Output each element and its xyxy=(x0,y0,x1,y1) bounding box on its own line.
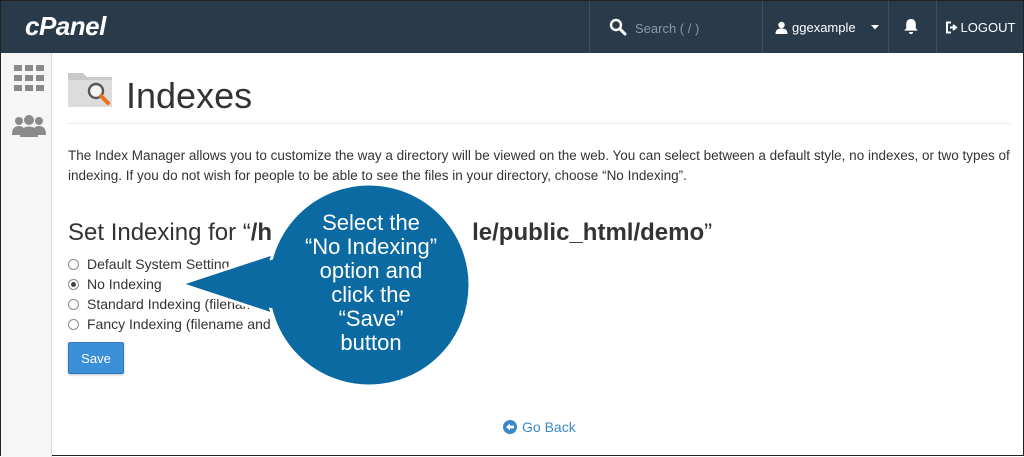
radio-label: Fancy Indexing (filename and xyxy=(87,316,271,332)
callout-line: Select the xyxy=(322,210,420,235)
callout-line: “Save” xyxy=(338,306,404,331)
search-icon xyxy=(609,18,627,36)
go-back-label: Go Back xyxy=(522,419,576,435)
radio-label: Standard Indexing (filename xyxy=(87,296,263,312)
user-menu-button[interactable]: ggexample xyxy=(763,1,887,53)
main-content: Indexes The Index Manager allows you to … xyxy=(53,53,1023,457)
page-description: The Index Manager allows you to customiz… xyxy=(68,148,1010,183)
section-path-end: le/public_html/demo xyxy=(472,219,705,246)
section-title-prefix: Set Indexing for “ xyxy=(68,219,251,246)
username-label: ggexample xyxy=(792,19,856,35)
cpanel-logo[interactable]: cPanel xyxy=(25,11,106,42)
logout-icon xyxy=(945,21,958,33)
page-title: Indexes xyxy=(126,75,253,116)
radio-button[interactable] xyxy=(68,298,79,310)
search-box[interactable] xyxy=(591,1,761,53)
radio-button-selected[interactable] xyxy=(68,278,79,290)
bell-icon xyxy=(904,19,918,35)
navbar-divider xyxy=(589,1,590,53)
users-group-icon[interactable] xyxy=(12,115,46,137)
radio-label: No Indexing xyxy=(87,276,162,292)
radio-label: Default System Setting xyxy=(87,256,230,272)
top-navbar: cPanel ggexample LOGOUT xyxy=(1,1,1023,53)
arrow-circle-left-icon xyxy=(503,420,517,434)
folder-search-icon xyxy=(68,73,112,107)
callout-text: Select the “No Indexing” option and clic… xyxy=(271,211,471,355)
save-button[interactable]: Save xyxy=(68,342,124,374)
logout-label: LOGOUT xyxy=(960,19,1016,35)
radio-button[interactable] xyxy=(68,318,79,330)
title-divider xyxy=(67,123,1011,124)
radio-option-no-indexing[interactable]: No Indexing xyxy=(68,276,162,292)
sidebar xyxy=(1,53,52,457)
callout-line: “No Indexing” xyxy=(304,234,438,259)
go-back-link[interactable]: Go Back xyxy=(503,419,576,435)
callout-line: button xyxy=(340,330,402,355)
radio-option-fancy-indexing[interactable]: Fancy Indexing (filename and xyxy=(68,316,271,332)
section-title-suffix: ” xyxy=(704,219,713,246)
logout-button[interactable]: LOGOUT xyxy=(937,1,1023,53)
callout-line: click the xyxy=(331,282,411,307)
user-icon xyxy=(775,21,788,34)
callout-line: option and xyxy=(319,258,423,283)
search-input[interactable] xyxy=(633,15,757,41)
radio-button[interactable] xyxy=(68,258,79,270)
apps-grid-icon[interactable] xyxy=(14,65,44,91)
notifications-button[interactable] xyxy=(889,1,935,53)
caret-down-icon xyxy=(870,25,879,30)
radio-option-default[interactable]: Default System Setting xyxy=(68,256,229,272)
radio-option-standard-indexing[interactable]: Standard Indexing (filename xyxy=(68,296,262,312)
section-path-start: /h xyxy=(250,219,273,246)
